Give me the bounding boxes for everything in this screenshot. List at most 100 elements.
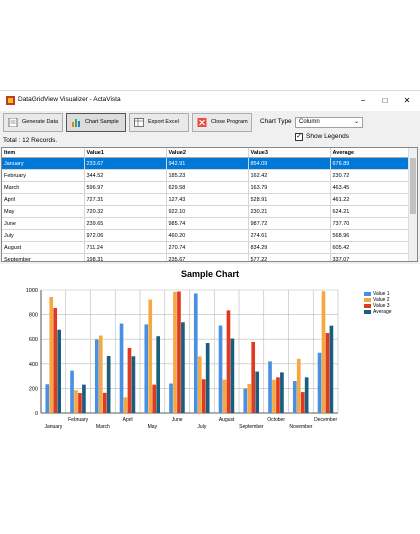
table-cell[interactable]: April [2,193,85,206]
table-cell[interactable]: June [2,217,85,230]
chart-type-dropdown[interactable]: Column ⌄ [295,117,363,128]
grid-scrollbar[interactable] [408,148,417,261]
y-tick-label: 800 [29,313,38,319]
table-row[interactable]: May 720.32 922.10 230.21 624.21 [2,205,410,218]
data-grid[interactable]: Item Value1 Value2 Value3 Average January 233… [1,147,418,262]
table-row[interactable]: September 198.31 235.67 577.22 337.07 [2,253,410,261]
table-cell[interactable]: 987.72 [248,217,331,230]
table-cell[interactable]: January [2,157,85,170]
chart-type-value: Column [299,119,320,125]
chevron-down-icon: ⌄ [353,119,359,125]
table-cell[interactable]: 854.09 [248,157,331,170]
bar-value-1 [243,388,248,413]
bar-value-2 [173,291,177,413]
table-cell[interactable]: 629.58 [166,181,249,194]
minimize-button[interactable]: − [352,93,374,109]
bar-value-2 [98,335,103,413]
x-tick-label: December [314,417,337,423]
table-cell[interactable]: 605.42 [330,241,410,254]
bar-average [205,343,210,413]
table-cell[interactable]: 344.52 [84,169,167,182]
table-cell[interactable]: 528.91 [248,193,331,206]
table-cell[interactable]: August [2,241,85,254]
table-cell[interactable]: 720.32 [84,205,167,218]
table-cell[interactable]: July [2,229,85,242]
show-legends-checkbox[interactable]: ✓ [295,133,303,141]
column-header[interactable]: Value1 [84,148,167,158]
bar-value-1 [94,339,99,413]
x-tick-label: October [267,417,285,423]
close-program-button[interactable]: Close Program [192,113,252,132]
export-excel-button[interactable]: Export Excel [129,113,189,132]
maximize-button[interactable]: □ [374,93,396,109]
table-cell[interactable]: May [2,205,85,218]
chart-sample-button[interactable]: Chart Sample [66,113,126,132]
bar-value-2 [272,379,276,413]
table-cell[interactable]: 922.10 [166,205,249,218]
table-cell[interactable]: 711.24 [84,241,167,254]
table-cell[interactable]: 198.31 [84,253,167,261]
table-cell[interactable]: 461.22 [330,193,410,206]
y-tick-label: 0 [35,411,38,417]
table-cell[interactable]: 230.72 [330,169,410,182]
table-row[interactable]: February 344.52 185.23 162.42 230.72 [2,169,410,182]
x-tick-label: August [219,417,235,423]
table-cell[interactable]: 463.45 [330,181,410,194]
spreadsheet-icon [134,118,144,127]
table-cell[interactable]: 230.21 [248,205,331,218]
column-header[interactable]: Average [330,148,410,158]
table-cell[interactable]: 235.67 [166,253,249,261]
table-cell[interactable]: 942.91 [166,157,249,170]
bar-value-2 [148,299,153,413]
bar-value-1 [317,352,322,413]
table-cell[interactable]: 972.06 [84,229,167,242]
table-cell[interactable]: February [2,169,85,182]
table-row[interactable]: January 233.67 942.91 854.09 676.89 [2,157,410,170]
column-header[interactable]: Value3 [248,148,331,158]
table-cell[interactable]: 568.96 [330,229,410,242]
table-cell[interactable]: 985.74 [166,217,249,230]
table-cell[interactable]: 270.74 [166,241,249,254]
table-cell[interactable]: 596.97 [84,181,167,194]
scrollbar-thumb[interactable] [410,158,416,214]
generate-data-button[interactable]: Generate Data [3,113,63,132]
bar-value-1 [169,383,173,413]
x-tick-label: March [96,424,110,430]
bar-average [255,371,259,413]
table-cell[interactable]: March [2,181,85,194]
table-row[interactable]: March 596.97 629.58 163.79 463.45 [2,181,410,194]
bar-value-3 [276,377,280,413]
x-tick-label: September [239,424,264,430]
table-cell[interactable]: 834.29 [248,241,331,254]
table-row[interactable]: August 711.24 270.74 834.29 605.42 [2,241,410,254]
table-cell[interactable]: 676.89 [330,157,410,170]
bar-value-3 [53,307,58,413]
legend-item: Average [364,309,392,315]
bar-value-2 [247,384,252,413]
table-cell[interactable]: 162.42 [248,169,331,182]
table-row[interactable]: July 972.06 460.20 274.61 568.96 [2,229,410,242]
column-header[interactable]: Item [2,148,85,158]
show-legends-label: Show Legends [306,133,350,140]
x-tick-label: January [44,424,62,430]
table-row[interactable]: June 239.65 985.74 987.72 737.70 [2,217,410,230]
bar-value-2 [49,297,54,413]
grid-header-row: Item Value1 Value2 Value3 Average [2,148,410,158]
table-cell[interactable]: 185.23 [166,169,249,182]
table-cell[interactable]: 624.21 [330,205,410,218]
table-cell[interactable]: 727.31 [84,193,167,206]
table-cell[interactable]: 274.61 [248,229,331,242]
table-cell[interactable]: September [2,253,85,261]
table-cell[interactable]: 233.67 [84,157,167,170]
table-cell[interactable]: 239.65 [84,217,167,230]
table-cell[interactable]: 737.70 [330,217,410,230]
table-cell[interactable]: 337.07 [330,253,410,261]
column-header[interactable]: Value2 [166,148,249,158]
close-window-button[interactable]: ✕ [396,93,418,109]
table-cell[interactable]: 163.79 [248,181,331,194]
table-row[interactable]: April 727.31 127.43 528.91 461.22 [2,193,410,206]
table-cell[interactable]: 127.43 [166,193,249,206]
x-tick-label: July [197,424,206,430]
table-cell[interactable]: 460.20 [166,229,249,242]
table-cell[interactable]: 577.22 [248,253,331,261]
